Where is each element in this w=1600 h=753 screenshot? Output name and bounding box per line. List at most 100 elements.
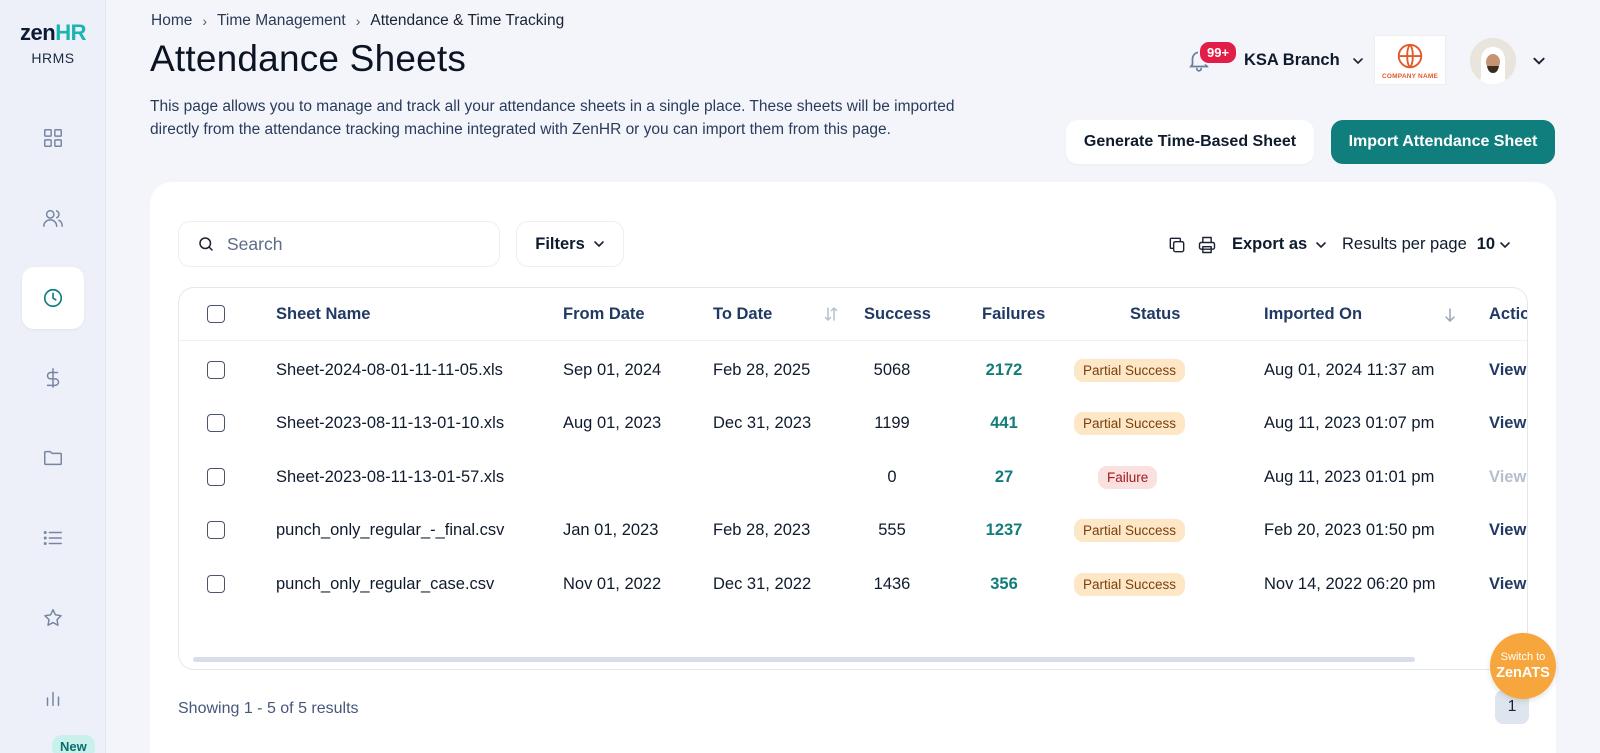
table-row: Sheet-2024-08-01-11-11-05.xls Sep 01, 202… [179,342,1527,396]
row-checkbox[interactable] [207,414,225,432]
sidebar-item-time[interactable] [22,267,84,329]
bar-chart-icon [46,691,60,707]
imported-on: Aug 11, 2023 01:01 pm [1264,468,1435,486]
sidebar: zenHR HRMS New [0,0,106,753]
results-per-page-select[interactable]: 10 [1477,235,1511,254]
failures-count[interactable]: 2172 [976,361,1032,380]
logo-subtitle: HRMS [31,50,75,66]
table-header: Sheet Name From Date To Date Success Fai… [179,288,1527,341]
view-link[interactable]: View [1489,361,1526,380]
success-count: 1436 [873,575,911,593]
zenats-line1: Switch to [1500,651,1546,663]
view-link[interactable]: View [1489,414,1526,433]
breadcrumb-section[interactable]: Time Management [217,12,346,30]
sheet-name: Sheet-2023-08-11-13-01-57.xls [276,468,505,486]
column-sheet-name[interactable]: Sheet Name [276,305,370,324]
row-checkbox[interactable] [207,361,225,379]
column-to-date[interactable]: To Date [713,305,772,324]
row-checkbox[interactable] [207,521,225,539]
results-per-page-label: Results per page [1342,235,1467,253]
imported-on: Aug 01, 2024 11:37 am [1264,361,1435,379]
sheet-name: punch_only_regular_case.csv [276,575,495,593]
view-link[interactable]: View [1489,468,1526,487]
switch-to-zenats-button[interactable]: Switch to ZenATS [1490,633,1556,699]
branch-selector[interactable]: KSA Branch [1244,51,1364,70]
clock-icon [43,288,63,308]
breadcrumb-current: Attendance & Time Tracking [370,12,565,29]
list-icon [43,531,62,545]
company-logo[interactable]: COMPANY NAME [1374,35,1446,85]
sidebar-item-favorites[interactable] [22,587,84,649]
company-name: COMPANY NAME [1382,72,1438,80]
export-label: Export as [1232,235,1308,253]
logo-accent: HR [55,20,86,45]
row-checkbox[interactable] [207,468,225,486]
status-badge: Partial Success [1074,359,1186,382]
sidebar-item-dashboard[interactable] [22,107,84,169]
import-attendance-sheet-button[interactable]: Import Attendance Sheet [1331,120,1555,164]
breadcrumb-home[interactable]: Home [151,12,192,30]
generate-time-based-sheet-button[interactable]: Generate Time-Based Sheet [1066,120,1314,164]
chevron-down-icon [1316,241,1327,248]
search-input[interactable] [227,233,467,255]
app-logo[interactable]: zenHR HRMS [14,20,92,67]
table-row: Sheet-2023-08-11-13-01-10.xls Aug 01, 202… [179,395,1527,449]
failures-count[interactable]: 356 [976,575,1032,594]
to-date: Dec 31, 2023 [713,414,812,432]
sidebar-item-lists[interactable] [22,507,84,569]
column-imported-on[interactable]: Imported On [1264,305,1362,324]
print-icon[interactable] [1197,235,1217,255]
avatar[interactable] [1470,38,1516,84]
notification-badge: 99+ [1198,40,1239,65]
user-avatar-icon [1470,38,1516,84]
chevron-right-icon: › [202,13,208,29]
sidebar-item-payroll[interactable] [22,347,84,409]
chevron-down-icon[interactable] [1532,54,1546,68]
from-date: Sep 01, 2024 [563,361,662,379]
sidebar-item-employees[interactable] [22,187,84,249]
column-status[interactable]: Status [1130,305,1180,324]
row-checkbox[interactable] [207,575,225,593]
column-success[interactable]: Success [864,305,931,324]
new-badge: New [52,735,95,753]
search-icon [199,237,213,251]
filters-label: Filters [535,234,585,253]
sidebar-item-reports[interactable] [22,667,84,729]
zenats-line2: ZenATS [1496,665,1550,681]
failures-count[interactable]: 1237 [976,521,1032,540]
breadcrumb: Home › Time Management › Attendance & Ti… [151,12,564,30]
column-actions: Actions [1489,305,1527,323]
copy-icon[interactable] [1167,235,1187,255]
table-row: Sheet-2023-08-11-13-01-57.xls 0 27 Failure A… [179,449,1527,503]
table-row: punch_only_regular_-_final.csv Jan 01, 20… [179,502,1527,556]
export-dropdown[interactable]: Export as [1232,235,1327,254]
sidebar-item-documents[interactable] [22,427,84,489]
column-from-date[interactable]: From Date [563,305,645,324]
chevron-right-icon: › [355,13,361,29]
failures-count[interactable]: 441 [976,414,1032,433]
sort-desc-icon[interactable] [1444,308,1456,322]
logo-main: zen [20,20,56,45]
users-icon [43,209,63,227]
success-count: 555 [878,521,906,539]
results-per-page: Results per page 10 [1342,235,1511,254]
to-date: Feb 28, 2023 [713,521,811,539]
sort-icon[interactable] [824,306,838,322]
select-all-checkbox[interactable] [207,305,225,323]
view-link[interactable]: View [1489,521,1526,540]
search-box[interactable] [178,221,500,267]
to-date: Dec 31, 2022 [713,575,812,593]
status-badge: Partial Success [1074,412,1186,435]
from-date: Jan 01, 2023 [563,521,659,539]
attendance-table: Sheet Name From Date To Date Success Fai… [178,287,1528,670]
folder-icon [44,450,62,466]
chevron-down-icon [593,241,604,248]
filters-button[interactable]: Filters [516,221,624,267]
column-failures[interactable]: Failures [982,305,1045,324]
page-title: Attendance Sheets [150,38,467,79]
failures-count[interactable]: 27 [976,468,1032,487]
view-link[interactable]: View [1489,575,1526,594]
grid-icon [44,129,62,147]
horizontal-scrollbar[interactable] [193,657,1415,662]
imported-on: Aug 11, 2023 01:07 pm [1264,414,1435,432]
